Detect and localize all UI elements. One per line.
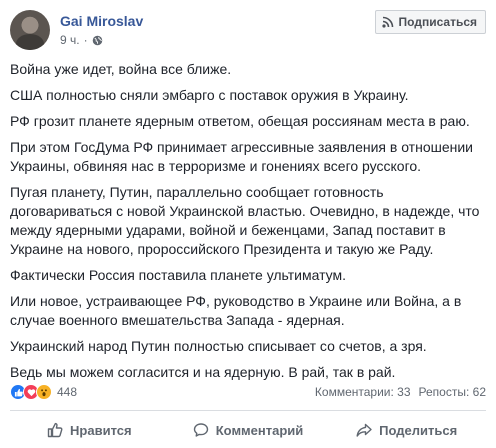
post-text: Война уже идет, война все ближе. США пол…: [10, 60, 486, 389]
meta-separator: ·: [83, 33, 88, 47]
post-actions: Нравится Комментарий Поделиться: [10, 414, 486, 446]
comment-label: Комментарий: [215, 422, 304, 438]
post-paragraph: Украинский народ Путин полностью списыва…: [10, 338, 427, 354]
thumbs-up-icon: [47, 422, 63, 438]
post-paragraph: Пугая планету, Путин, параллельно сообща…: [10, 184, 480, 257]
rss-icon: [381, 16, 394, 28]
post-paragraph: Или новое, устраивающее РФ, руководство …: [10, 293, 462, 328]
share-label: Поделиться: [379, 422, 458, 438]
post-time[interactable]: 9 ч.: [60, 33, 80, 47]
shares-count-link[interactable]: Репосты: 62: [419, 385, 486, 399]
reactions-summary[interactable]: 448: [10, 384, 77, 400]
share-icon: [356, 423, 372, 437]
post-paragraph: Фактически Россия поставила планете ульт…: [10, 267, 347, 283]
post-paragraph: РФ грозит планете ядерным ответом, обеща…: [10, 113, 470, 129]
post-paragraph: При этом ГосДума РФ принимает агрессивны…: [10, 139, 473, 174]
post-paragraph: США полностью сняли эмбарго с поставок о…: [10, 87, 409, 103]
engagement-counts: Комментарии: 33 Репосты: 62: [315, 385, 486, 399]
subscribe-button[interactable]: Подписаться: [374, 10, 486, 34]
divider: [10, 410, 486, 411]
comments-count-link[interactable]: Комментарии: 33: [315, 385, 411, 399]
post-stats: 448 Комментарии: 33 Репосты: 62: [10, 382, 486, 402]
post-meta: 9 ч. ·: [60, 33, 103, 47]
comment-icon: [193, 423, 208, 437]
reaction-count: 448: [57, 385, 78, 399]
wow-icon: [36, 384, 52, 400]
like-label: Нравится: [70, 422, 132, 438]
globe-icon: [92, 35, 103, 46]
post-header: Gai Miroslav 9 ч. · Подписаться: [10, 10, 486, 50]
post-paragraph: Ведь мы можем согласится и на ядерную. В…: [10, 364, 396, 380]
comment-button[interactable]: Комментарий: [169, 414, 328, 446]
like-button[interactable]: Нравится: [10, 414, 169, 446]
share-button[interactable]: Поделиться: [327, 414, 486, 446]
post-paragraph: Война уже идет, война все ближе.: [10, 61, 232, 77]
subscribe-label: Подписаться: [398, 15, 477, 29]
author-name[interactable]: Gai Miroslav: [60, 13, 143, 29]
avatar[interactable]: [10, 10, 50, 50]
